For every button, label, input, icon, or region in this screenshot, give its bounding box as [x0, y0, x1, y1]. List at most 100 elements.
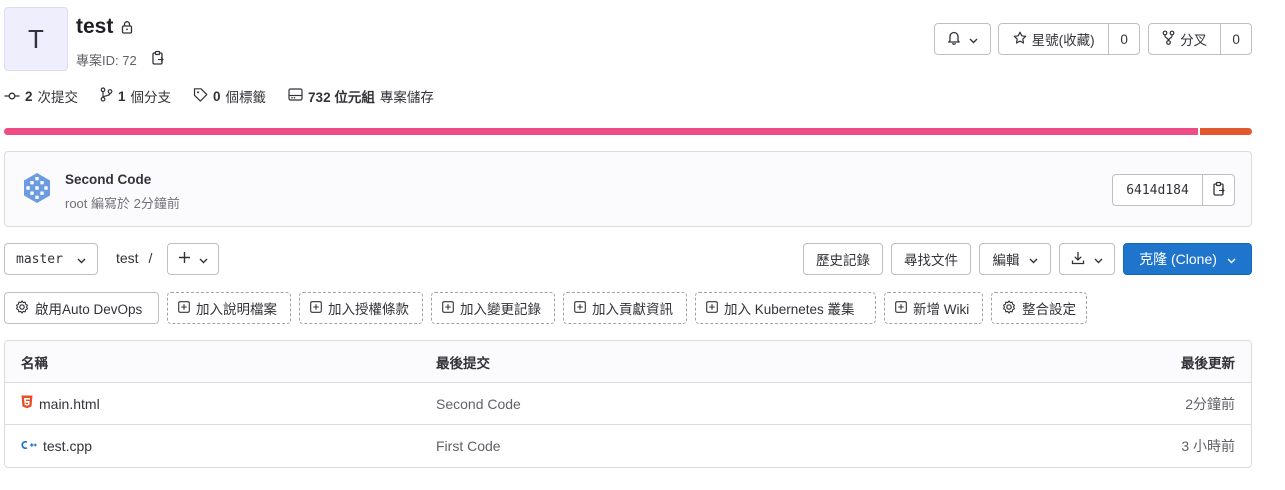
file-tree-table: 名稱 最後提交 最後更新 main.html Second Code 2分鐘前 … — [4, 340, 1252, 468]
notification-button[interactable] — [934, 23, 991, 55]
file-updated: 2分鐘前 — [1185, 395, 1235, 412]
chevron-down-icon — [199, 252, 208, 267]
integrations-button[interactable]: 整合設定 — [991, 292, 1087, 324]
copy-icon — [1212, 181, 1226, 200]
download-icon — [1071, 251, 1085, 268]
tags-count: 0 — [213, 88, 221, 104]
header-last-update: 最後更新 — [1181, 355, 1235, 371]
file-name[interactable]: main.html — [39, 396, 100, 412]
file-updated: 3 小時前 — [1181, 438, 1235, 454]
plus-square-icon — [442, 300, 454, 316]
find-file-button[interactable]: 尋找文件 — [891, 243, 971, 275]
commit-title[interactable]: Second Code — [65, 172, 151, 187]
plus-square-icon — [706, 300, 718, 316]
commits-stat[interactable]: 2 次提交 — [4, 86, 78, 106]
add-readme-label: 加入說明檔案 — [196, 302, 277, 317]
add-wiki-label: 新增 Wiki — [913, 302, 970, 317]
fork-count[interactable]: 0 — [1220, 24, 1251, 54]
language-bar-segment[interactable] — [1199, 128, 1252, 135]
settings-icon — [15, 299, 29, 317]
add-contributing-button[interactable]: 加入貢獻資訊 — [563, 292, 687, 324]
breadcrumb: test / — [116, 250, 152, 266]
copy-sha-button[interactable] — [1202, 175, 1234, 205]
project-avatar-letter: T — [28, 23, 44, 54]
settings-icon — [1002, 299, 1016, 317]
fork-button[interactable]: 分叉 — [1149, 24, 1220, 54]
add-contributing-label: 加入貢獻資訊 — [592, 302, 673, 317]
project-avatar: T — [4, 7, 68, 71]
project-title[interactable]: test — [76, 15, 113, 39]
add-kubernetes-label: 加入 Kubernetes 叢集 — [724, 302, 855, 317]
branch-icon — [100, 87, 113, 105]
header-last-commit: 最後提交 — [436, 355, 490, 371]
add-wiki-button[interactable]: 新增 Wiki — [884, 292, 983, 324]
html5-icon — [21, 395, 33, 412]
plus-square-icon — [574, 300, 586, 316]
file-commit-message[interactable]: First Code — [436, 425, 501, 467]
user-avatar-icon[interactable] — [21, 172, 53, 207]
fork-button-group: 分叉 0 — [1148, 23, 1252, 55]
chevron-down-icon — [1029, 252, 1038, 267]
clone-dropdown[interactable]: 克隆 (Clone) — [1123, 243, 1252, 275]
tags-stat[interactable]: 0 個標籤 — [193, 86, 266, 106]
add-to-tree-button[interactable] — [167, 243, 219, 275]
bell-icon — [947, 30, 961, 48]
history-button[interactable]: 歷史記錄 — [803, 243, 883, 275]
storage-label: 專案儲存 — [379, 90, 434, 105]
table-row[interactable]: main.html Second Code 2分鐘前 — [5, 383, 1251, 425]
star-button-group: 星號(收藏) 0 — [998, 23, 1140, 55]
download-dropdown[interactable] — [1059, 243, 1115, 275]
breadcrumb-project[interactable]: test — [116, 250, 139, 266]
commit-icon — [4, 89, 20, 104]
project-id: 專案ID: 72 — [76, 53, 137, 68]
add-license-button[interactable]: 加入授權條款 — [299, 292, 423, 324]
edit-dropdown[interactable]: 編輯 — [979, 243, 1051, 275]
star-button[interactable]: 星號(收藏) — [999, 24, 1108, 54]
chevron-down-icon — [1227, 251, 1236, 267]
table-header: 名稱 最後提交 最後更新 — [5, 341, 1251, 383]
fork-label: 分叉 — [1180, 33, 1208, 48]
plus-icon — [178, 251, 191, 267]
commits-count: 2 — [25, 88, 33, 104]
file-commit-message[interactable]: Second Code — [436, 383, 521, 424]
enable-auto-devops-button[interactable]: 啟用Auto DevOps — [4, 292, 159, 324]
copy-project-id-icon[interactable] — [151, 50, 165, 69]
add-changelog-label: 加入變更記錄 — [460, 302, 541, 317]
table-row[interactable]: test.cpp First Code 3 小時前 — [5, 425, 1251, 467]
star-label: 星號(收藏) — [1031, 33, 1095, 48]
branches-stat[interactable]: 1 個分支 — [100, 86, 171, 106]
plus-square-icon — [310, 300, 322, 316]
file-name[interactable]: test.cpp — [43, 438, 92, 454]
commit-sha-group: 6414d184 — [1112, 174, 1235, 206]
language-bar-segment[interactable] — [4, 128, 1198, 135]
commits-label: 次提交 — [37, 90, 79, 105]
add-license-label: 加入授權條款 — [328, 302, 409, 317]
commit-sha[interactable]: 6414d184 — [1113, 175, 1202, 205]
branch-selector[interactable]: master — [4, 243, 98, 275]
plus-square-icon — [895, 300, 907, 316]
chevron-down-icon — [1094, 252, 1103, 267]
storage-stat[interactable]: 732 位元組 專案儲存 — [288, 86, 434, 106]
cpp-icon — [21, 438, 37, 454]
plus-square-icon — [178, 300, 190, 316]
integrations-label: 整合設定 — [1022, 302, 1076, 317]
repository-language-bar[interactable] — [4, 128, 1252, 135]
project-stats: 2 次提交 1 個分支 0 個標籤 732 位元組 專案儲存 — [4, 86, 434, 106]
add-readme-button[interactable]: 加入說明檔案 — [167, 292, 291, 324]
star-icon — [1013, 31, 1027, 48]
lock-icon — [120, 20, 134, 37]
add-kubernetes-button[interactable]: 加入 Kubernetes 叢集 — [695, 292, 876, 324]
branch-name: master — [16, 251, 63, 267]
tag-icon — [193, 87, 208, 105]
branches-label: 個分支 — [130, 90, 172, 105]
add-changelog-button[interactable]: 加入變更記錄 — [431, 292, 555, 324]
clone-label: 克隆 (Clone) — [1139, 251, 1217, 267]
chevron-down-icon — [77, 252, 86, 267]
storage-size: 732 位元組 — [308, 90, 375, 105]
breadcrumb-separator: / — [148, 250, 153, 266]
star-count[interactable]: 0 — [1108, 24, 1139, 54]
auto-devops-label: 啟用Auto DevOps — [35, 302, 143, 317]
edit-label: 編輯 — [992, 253, 1020, 268]
chevron-down-icon — [969, 32, 978, 47]
commit-meta: root 編寫於 2分鐘前 — [65, 196, 180, 211]
